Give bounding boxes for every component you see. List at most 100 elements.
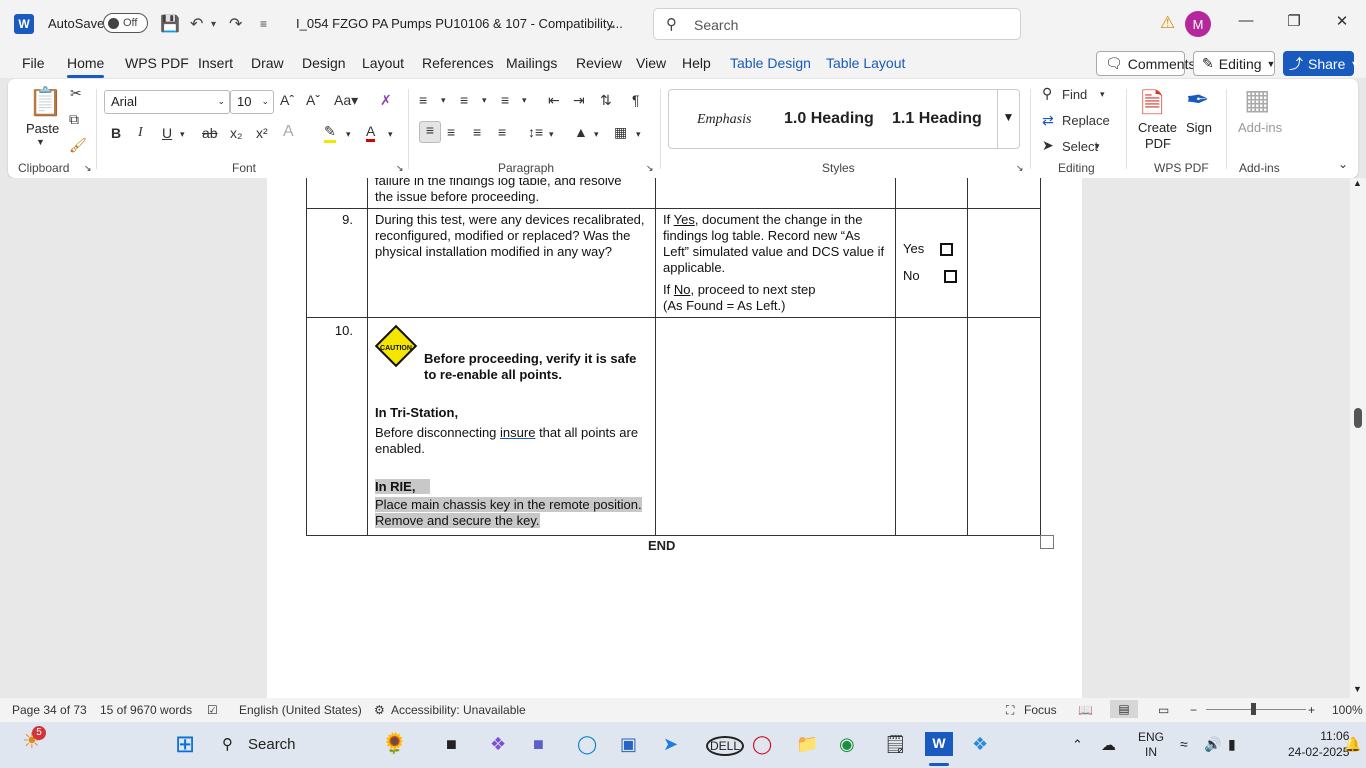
tab-view[interactable]: View <box>636 55 666 71</box>
add-ins-label[interactable]: Add-ins <box>1238 120 1282 135</box>
volume-icon[interactable]: 🔊 <box>1204 736 1221 753</box>
paste-label[interactable]: Paste <box>26 121 59 136</box>
redo-icon[interactable]: ↷ <box>229 14 242 34</box>
search-box[interactable]: ⚲ Search <box>653 8 1021 40</box>
editing-mode-button[interactable]: ✎ Editing ▼ <box>1193 51 1275 76</box>
zoom-level[interactable]: 100% <box>1332 703 1363 717</box>
app-icon-2[interactable]: ❖ <box>972 734 988 755</box>
scroll-down-icon[interactable]: ▼ <box>1353 684 1362 694</box>
teams-icon[interactable]: ■ <box>533 734 544 755</box>
decrease-indent-icon[interactable]: ⇤ <box>548 92 560 109</box>
select-cursor-icon[interactable]: ➤ <box>1042 137 1054 154</box>
highlight-dropdown-icon[interactable]: ▾ <box>346 129 351 140</box>
comments-button[interactable]: 🗨 Comments <box>1096 51 1195 76</box>
style-emphasis[interactable]: Emphasis <box>697 112 751 128</box>
table-cell[interactable] <box>895 178 968 209</box>
italic-icon[interactable]: I <box>138 125 143 141</box>
strikethrough-icon[interactable]: ab <box>202 125 218 141</box>
taskbar-search[interactable]: ⚲ Search 🌻 <box>216 729 407 761</box>
paste-dropdown-icon[interactable]: ▼ <box>36 137 45 147</box>
document-title[interactable]: I_054 FZGO PA Pumps PU10106 & 107 - Comp… <box>296 16 623 31</box>
word-taskbar-icon[interactable]: W <box>925 732 953 756</box>
sign-icon[interactable]: ✒ <box>1186 83 1209 116</box>
font-size-select[interactable]: 10 ⌄ <box>230 90 274 114</box>
dialog-launcher-icon[interactable]: ↘ <box>646 163 654 174</box>
notifications-icon[interactable]: 🔔 <box>1344 736 1361 753</box>
accessibility-status[interactable]: Accessibility: Unavailable <box>391 703 526 717</box>
replace-label[interactable]: Replace <box>1062 113 1110 128</box>
cut-icon[interactable]: ✂ <box>70 85 82 102</box>
align-left-icon[interactable]: ≡ <box>419 121 441 143</box>
justify-icon[interactable]: ≡ <box>498 124 506 140</box>
underline-dropdown-icon[interactable]: ▾ <box>180 129 185 140</box>
bullets-icon[interactable]: ≡ <box>419 92 427 108</box>
tab-file[interactable]: File <box>22 55 45 71</box>
underline-icon[interactable]: U <box>162 125 172 141</box>
title-dropdown-icon[interactable]: ⌄ <box>607 17 617 31</box>
shading-dropdown-icon[interactable]: ▾ <box>594 129 599 140</box>
file-explorer-icon[interactable]: 📁 <box>796 734 818 755</box>
start-icon[interactable]: ⊞ <box>175 730 195 759</box>
borders-icon[interactable]: ▦ <box>614 124 627 141</box>
table-resize-handle[interactable] <box>1040 535 1054 549</box>
undo-dropdown-icon[interactable]: ▾ <box>211 19 216 30</box>
borders-dropdown-icon[interactable]: ▾ <box>636 129 641 140</box>
styles-gallery[interactable]: Emphasis 1.0 Heading 1.1 Heading ▼ <box>668 89 1020 149</box>
network-app-icon[interactable]: ☁ <box>1101 736 1116 754</box>
select-label[interactable]: Select <box>1062 139 1098 154</box>
find-dropdown-icon[interactable]: ▾ <box>1100 89 1105 100</box>
table-cell[interactable]: Yes No <box>895 208 968 318</box>
web-layout-icon[interactable]: ▭ <box>1158 703 1169 717</box>
superscript-icon[interactable]: x² <box>256 125 268 141</box>
table-cell[interactable] <box>967 208 1041 318</box>
tab-table-layout[interactable]: Table Layout <box>826 55 905 71</box>
shading-icon[interactable]: ▲ <box>574 124 588 140</box>
font-color-dropdown-icon[interactable]: ▾ <box>388 129 393 140</box>
minimize-icon[interactable]: — <box>1231 12 1261 29</box>
show-formatting-icon[interactable]: ¶ <box>632 92 640 108</box>
style-heading-1-1[interactable]: 1.1 Heading <box>892 110 982 128</box>
table-cell[interactable] <box>655 178 896 209</box>
sort-icon[interactable]: ⇅ <box>600 92 612 109</box>
numbering-icon[interactable]: ≡ <box>460 92 468 108</box>
shrink-font-icon[interactable]: Aˇ <box>306 92 320 108</box>
table-cell[interactable] <box>655 317 896 536</box>
table-cell[interactable] <box>967 178 1041 209</box>
dell-icon[interactable]: DELL <box>706 736 745 756</box>
multilevel-dropdown-icon[interactable]: ▾ <box>522 95 527 106</box>
table-cell[interactable]: If Yes, document the change in the findi… <box>655 208 896 318</box>
app-icon[interactable]: 🗒 <box>884 734 907 755</box>
yes-checkbox[interactable] <box>940 243 954 257</box>
zoom-slider[interactable] <box>1206 709 1306 710</box>
no-checkbox[interactable] <box>943 270 957 284</box>
dialog-launcher-icon[interactable]: ↘ <box>84 163 92 174</box>
document-page[interactable]: failure in the findings log table, and r… <box>267 178 1082 698</box>
table-cell[interactable]: During this test, were any devices recal… <box>367 208 656 318</box>
opera-icon[interactable]: ◯ <box>752 734 772 755</box>
align-center-icon[interactable]: ≡ <box>447 124 455 140</box>
tab-references[interactable]: References <box>422 55 494 71</box>
format-painter-icon[interactable]: 🖌 <box>69 137 87 154</box>
dialog-launcher-icon[interactable]: ↘ <box>1016 163 1024 174</box>
collapse-ribbon-icon[interactable]: ⌄ <box>1338 157 1348 171</box>
save-icon[interactable]: 💾 <box>160 14 180 34</box>
tray-overflow-icon[interactable]: ⌃ <box>1072 737 1083 753</box>
select-dropdown-icon[interactable]: ▾ <box>1095 141 1100 152</box>
avatar[interactable]: M <box>1185 11 1211 37</box>
paste-icon[interactable]: 📋 <box>28 85 63 118</box>
tab-home[interactable]: Home <box>67 55 105 78</box>
language-indicator[interactable]: ENG IN <box>1138 730 1164 760</box>
find-label[interactable]: Find <box>1062 87 1087 102</box>
read-mode-icon[interactable]: 📖 <box>1078 703 1093 717</box>
highlight-icon[interactable]: ✎ <box>324 123 336 143</box>
word-count[interactable]: 15 of 9670 words <box>100 703 192 717</box>
power-automate-icon[interactable]: ➤ <box>663 734 678 755</box>
tab-draw[interactable]: Draw <box>251 55 284 71</box>
scrollbar-thumb[interactable] <box>1354 408 1362 428</box>
zoom-in-icon[interactable]: + <box>1308 703 1315 717</box>
numbering-dropdown-icon[interactable]: ▾ <box>482 95 487 106</box>
zoom-out-icon[interactable]: − <box>1190 703 1197 717</box>
autosave-toggle[interactable]: Off <box>103 13 148 33</box>
edge-icon[interactable]: ◯ <box>577 734 597 755</box>
wifi-icon[interactable]: ≈ <box>1180 736 1188 752</box>
